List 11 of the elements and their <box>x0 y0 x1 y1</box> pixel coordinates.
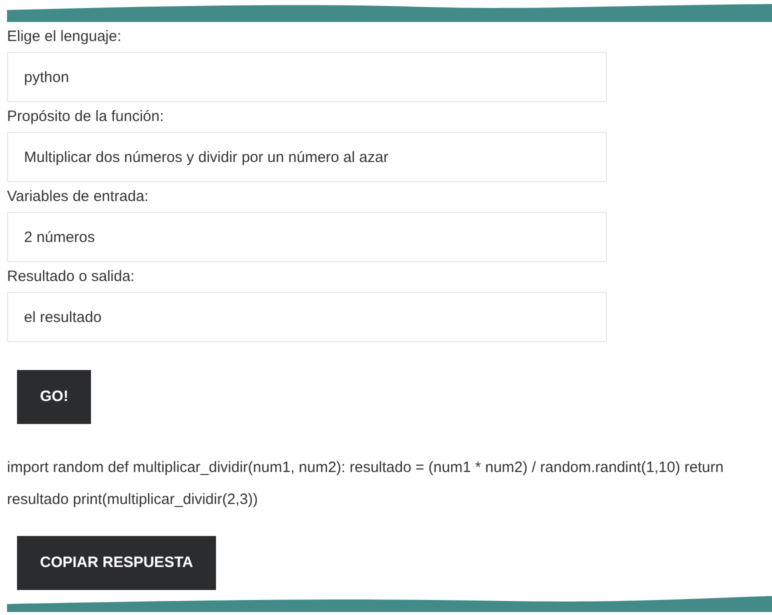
generated-code-text: import random def multiplicar_dividir(num1, num2): resultado = (num1 * num2) / random.randint(1,10) return resultado print(multiplicar_dividir(2,3)) <box>7 458 725 510</box>
go-button[interactable]: GO! <box>17 370 92 424</box>
input-field[interactable]: 2 números <box>7 212 607 262</box>
input-field[interactable]: el resultado <box>7 292 607 342</box>
input-field[interactable]: python <box>7 52 607 102</box>
field-label: Variables de entrada: <box>7 187 150 207</box>
field-label: Elige el lenguaje: <box>7 27 122 47</box>
copy-answer-button[interactable]: COPIAR RESPUESTA <box>17 536 216 590</box>
field-label: Propósito de la función: <box>7 107 165 127</box>
field-label: Resultado o salida: <box>7 267 136 287</box>
input-field[interactable]: Multiplicar dos números y dividir por un número al azar <box>7 132 607 182</box>
